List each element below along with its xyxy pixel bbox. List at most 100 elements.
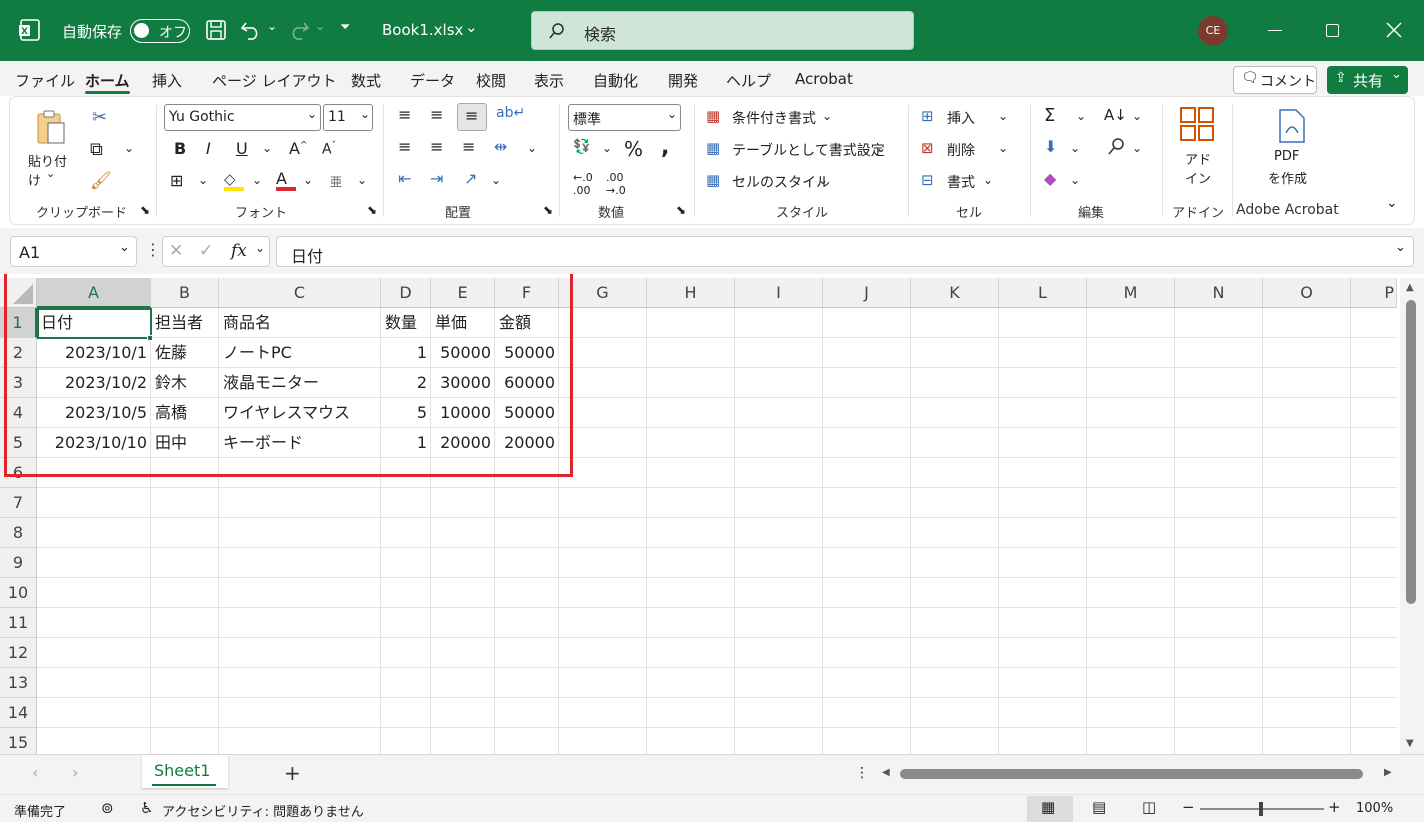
sort-chevron-icon[interactable]: ⌄ — [1132, 109, 1142, 123]
share-button[interactable]: ⇪ 共有 ⌄ — [1327, 66, 1408, 94]
next-sheet-icon[interactable]: › — [72, 763, 78, 782]
italic-icon[interactable]: I — [206, 139, 211, 158]
copy-chevron-icon[interactable]: ⌄ — [124, 141, 134, 155]
font-name-select[interactable]: Yu Gothic ⌄ — [164, 104, 321, 131]
column-header-k[interactable]: K — [911, 278, 999, 308]
filename-chevron-icon[interactable]: ⌄ — [465, 18, 478, 36]
align-center-icon[interactable]: ≡ — [430, 137, 443, 156]
font-color-chevron-icon[interactable]: ⌄ — [303, 173, 313, 187]
comma-style-icon[interactable]: , — [661, 135, 669, 160]
collapse-ribbon-icon[interactable]: ⌄ — [1386, 195, 1398, 211]
increase-indent-icon[interactable]: ⇥ — [430, 169, 443, 188]
customize-qat-icon[interactable]: ⏷ — [340, 20, 350, 35]
number-format-select[interactable]: 標準 ⌄ — [568, 104, 681, 131]
find-chevron-icon[interactable]: ⌄ — [1132, 141, 1142, 155]
sheet-tab-sheet1[interactable]: Sheet1 — [142, 755, 228, 788]
cell-styles-chevron-icon[interactable]: ⌄ — [818, 173, 828, 187]
merge-chevron-icon[interactable]: ⌄ — [527, 141, 537, 155]
align-top-icon[interactable]: ≡ — [398, 105, 411, 124]
row-header-9[interactable]: 9 — [0, 548, 37, 578]
tab-data[interactable]: データ — [410, 70, 455, 91]
column-header-h[interactable]: H — [647, 278, 735, 308]
page-layout-view-icon[interactable]: ▤ — [1092, 798, 1106, 816]
vertical-scrollbar[interactable]: ▲ ▼ — [1400, 278, 1424, 754]
bold-icon[interactable]: B — [174, 139, 186, 158]
tab-help[interactable]: ヘルプ — [726, 70, 771, 91]
zoom-slider-thumb[interactable] — [1259, 802, 1263, 816]
align-left-icon[interactable]: ≡ — [398, 137, 411, 156]
formula-bar-more-icon[interactable]: ⋮ — [145, 240, 161, 259]
vertical-scroll-thumb[interactable] — [1406, 300, 1416, 604]
row-header-15[interactable]: 15 — [0, 728, 37, 754]
format-painter-icon[interactable]: 🖌 — [90, 171, 112, 191]
row-header-13[interactable]: 13 — [0, 668, 37, 698]
scroll-down-icon[interactable]: ▼ — [1406, 738, 1414, 749]
accessibility-status[interactable]: アクセシビリティ: 問題ありません — [162, 801, 364, 820]
save-icon[interactable] — [205, 19, 227, 41]
tab-insert[interactable]: 挿入 — [152, 70, 182, 91]
row-header-14[interactable]: 14 — [0, 698, 37, 728]
close-icon[interactable] — [1385, 21, 1403, 39]
orientation-chevron-icon[interactable]: ⌄ — [491, 173, 501, 187]
fill-chevron-icon[interactable]: ⌄ — [1070, 141, 1080, 155]
zoom-out-icon[interactable]: − — [1182, 798, 1195, 816]
autosave-toggle[interactable]: オフ — [130, 19, 190, 43]
column-header-n[interactable]: N — [1175, 278, 1263, 308]
merge-center-icon[interactable]: ⇹ — [494, 137, 507, 156]
tab-review[interactable]: 校閲 — [476, 70, 506, 91]
column-header-i[interactable]: I — [735, 278, 823, 308]
font-size-select[interactable]: 11 ⌄ — [323, 104, 373, 131]
clear-icon[interactable]: ◆ — [1044, 169, 1056, 188]
conditional-chevron-icon[interactable]: ⌄ — [822, 109, 832, 123]
increase-decimal-icon[interactable]: ←.0.00 — [573, 171, 593, 197]
decrease-decimal-icon[interactable]: .00 →.0 — [606, 171, 626, 197]
underline-icon[interactable]: U — [236, 139, 248, 158]
align-right-icon[interactable]: ≡ — [462, 137, 475, 156]
row-header-12[interactable]: 12 — [0, 638, 37, 668]
tab-acrobat[interactable]: Acrobat — [795, 70, 853, 88]
search-box[interactable]: 検索 — [531, 11, 914, 50]
decrease-indent-icon[interactable]: ⇤ — [398, 169, 411, 188]
wrap-text-icon[interactable]: ab↵ — [496, 105, 525, 121]
zoom-level[interactable]: 100% — [1356, 801, 1393, 816]
scroll-right-icon[interactable]: ▶ — [1384, 767, 1392, 778]
insert-function-icon[interactable]: fx — [231, 241, 247, 261]
grow-font-icon[interactable]: A^ — [289, 139, 308, 158]
scroll-up-icon[interactable]: ▲ — [1406, 282, 1414, 293]
formula-input[interactable]: 日付 ⌄ — [276, 236, 1414, 267]
horizontal-scroll-thumb[interactable] — [900, 769, 1363, 779]
paste-button[interactable]: 貼り付け ⌄ — [24, 107, 78, 189]
column-header-j[interactable]: J — [823, 278, 911, 308]
alignment-launcher-icon[interactable]: ⬊ — [543, 203, 553, 217]
find-select-icon[interactable] — [1106, 137, 1126, 157]
shrink-font-icon[interactable]: Aˇ — [322, 141, 336, 158]
column-header-m[interactable]: M — [1087, 278, 1175, 308]
align-bottom-button[interactable]: ≡ — [457, 103, 487, 131]
phonetic-chevron-icon[interactable]: ⌄ — [357, 173, 367, 187]
clipboard-launcher-icon[interactable]: ⬊ — [140, 203, 150, 217]
row-header-8[interactable]: 8 — [0, 518, 37, 548]
normal-view-button[interactable]: ▦ — [1027, 796, 1073, 822]
row-header-7[interactable]: 7 — [0, 488, 37, 518]
underline-chevron-icon[interactable]: ⌄ — [262, 141, 272, 155]
column-header-p[interactable]: P — [1351, 278, 1397, 308]
align-middle-icon[interactable]: ≡ — [430, 105, 443, 124]
row-header-11[interactable]: 11 — [0, 608, 37, 638]
orientation-icon[interactable]: ↗ — [464, 169, 477, 188]
tab-view[interactable]: 表示 — [534, 70, 564, 91]
name-box[interactable]: A1 ⌄ — [10, 236, 137, 267]
macro-record-icon[interactable]: ⊚ — [101, 799, 114, 817]
borders-chevron-icon[interactable]: ⌄ — [198, 173, 208, 187]
cut-icon[interactable]: ✂ — [92, 107, 107, 128]
tab-formulas[interactable]: 数式 — [351, 70, 381, 91]
percent-icon[interactable]: % — [624, 137, 643, 161]
clear-chevron-icon[interactable]: ⌄ — [1070, 173, 1080, 187]
zoom-in-icon[interactable]: + — [1328, 798, 1341, 816]
worksheet-grid[interactable]: A B C D E F G H I J K L M N O P 1 2 3 4 … — [0, 274, 1424, 754]
phonetic-guide-icon[interactable]: 亜 — [330, 173, 342, 190]
autosum-icon[interactable]: Σ — [1044, 105, 1055, 126]
table-chevron-icon[interactable]: ⌄ — [876, 141, 886, 155]
confirm-entry-icon[interactable]: ✓ — [199, 241, 213, 261]
scroll-left-icon[interactable]: ◀ — [882, 767, 890, 778]
borders-icon[interactable]: ⊞ — [170, 171, 183, 190]
